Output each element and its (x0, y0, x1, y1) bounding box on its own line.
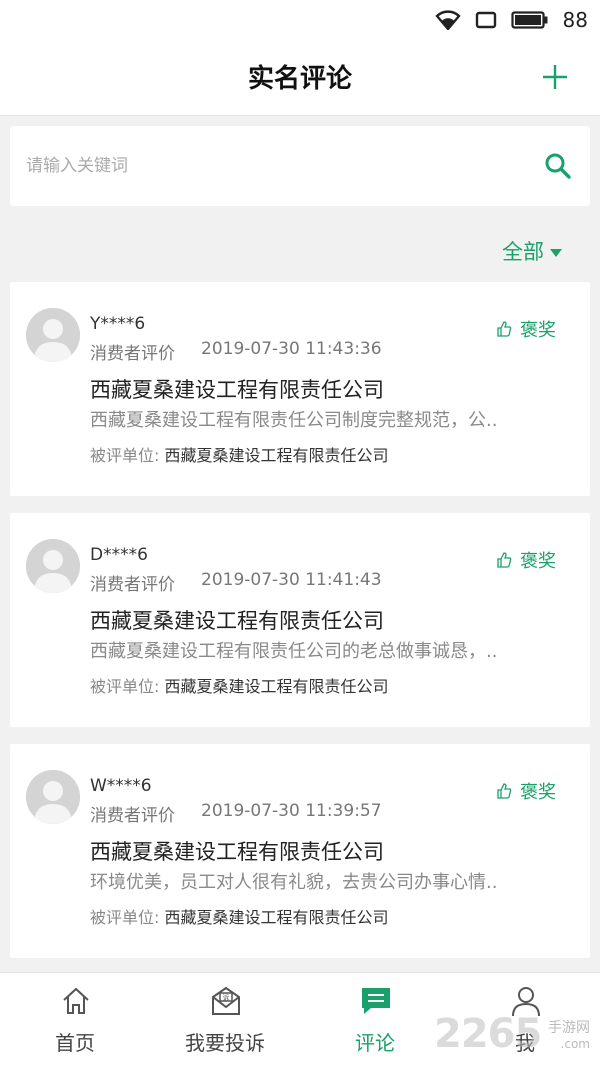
battery-level: 88 (562, 8, 588, 32)
review-company: 西藏夏桑建设工程有限责任公司 (90, 378, 384, 402)
page-title: 实名评论 (247, 64, 352, 94)
filter-dropdown[interactable]: 全部 (502, 236, 562, 266)
reviewer-name: D****6 (90, 545, 148, 565)
tab-complaint[interactable]: 诉 我要投诉 (150, 973, 300, 1067)
tab-complaint-label: 我要投诉 (185, 1031, 265, 1055)
comment-icon (362, 988, 390, 1014)
praise-label: 褒奖 (520, 551, 556, 572)
caret-down-icon (550, 249, 562, 257)
reviewer-name: Y****6 (90, 314, 146, 334)
review-card[interactable]: D****6 消费者评价 2019-07-30 11:41:43 褒奖 西藏夏桑… (10, 513, 590, 727)
default-avatar-icon (26, 770, 80, 824)
tab-home-label: 首页 (55, 1031, 95, 1055)
reviewed-unit-label: 被评单位: (90, 908, 160, 927)
praise-badge[interactable]: 褒奖 (496, 547, 556, 573)
review-time: 2019-07-30 11:41:43 (201, 570, 382, 590)
avatar (26, 770, 80, 824)
review-content: 环境优美，员工对人很有礼貌，去贵公司办事心情.. (90, 872, 498, 893)
review-time: 2019-07-30 11:43:36 (201, 339, 382, 359)
review-meta: 消费者评价 2019-07-30 11:43:36 (90, 339, 382, 364)
review-content: 西藏夏桑建设工程有限责任公司的老总做事诚恳，.. (90, 641, 498, 662)
search-input[interactable] (26, 146, 506, 186)
reviewed-unit: 被评单位: 西藏夏桑建设工程有限责任公司 (90, 673, 389, 697)
battery-icon (510, 11, 548, 29)
reviewed-unit: 被评单位: 西藏夏桑建设工程有限责任公司 (90, 442, 389, 466)
review-company: 西藏夏桑建设工程有限责任公司 (90, 609, 384, 633)
status-bar: 88 (0, 0, 600, 40)
default-avatar-icon (26, 539, 80, 593)
complaint-icon: 诉 (212, 986, 240, 1015)
review-meta: 消费者评价 2019-07-30 11:41:43 (90, 570, 382, 595)
wifi-icon (434, 10, 461, 30)
app-header: 实名评论 (0, 40, 600, 116)
thumbs-up-icon (497, 552, 512, 568)
review-role: 消费者评价 (90, 344, 175, 364)
tab-me[interactable]: 我 (450, 973, 600, 1067)
add-icon[interactable] (540, 62, 570, 92)
search-bar (10, 126, 590, 206)
tab-comment[interactable]: 评论 (300, 973, 450, 1067)
review-time: 2019-07-30 11:39:57 (201, 801, 382, 821)
filter-label: 全部 (502, 240, 544, 264)
reviewed-unit: 被评单位: 西藏夏桑建设工程有限责任公司 (90, 904, 389, 928)
thumbs-up-icon (497, 321, 512, 337)
svg-text:诉: 诉 (223, 993, 230, 1002)
praise-badge[interactable]: 褒奖 (496, 778, 556, 804)
bottom-tab-bar: 首页 诉 我要投诉 评论 我 (0, 972, 600, 1067)
reviewed-unit-value: 西藏夏桑建设工程有限责任公司 (164, 677, 389, 696)
review-card[interactable]: W****6 消费者评价 2019-07-30 11:39:57 褒奖 西藏夏桑… (10, 744, 590, 958)
default-avatar-icon (26, 308, 80, 362)
reviewed-unit-label: 被评单位: (90, 677, 160, 696)
thumbs-up-icon (497, 783, 512, 799)
tab-me-label: 我 (515, 1031, 535, 1055)
avatar (26, 539, 80, 593)
review-role: 消费者评价 (90, 806, 175, 826)
praise-label: 褒奖 (520, 782, 556, 803)
review-card[interactable]: Y****6 消费者评价 2019-07-30 11:43:36 褒奖 西藏夏桑… (10, 282, 590, 496)
review-role: 消费者评价 (90, 575, 175, 595)
review-content: 西藏夏桑建设工程有限责任公司制度完整规范，公.. (90, 410, 498, 431)
user-icon (512, 987, 540, 1017)
avatar (26, 308, 80, 362)
reviewed-unit-label: 被评单位: (90, 446, 160, 465)
search-icon[interactable] (544, 152, 572, 180)
reviewed-unit-value: 西藏夏桑建设工程有限责任公司 (164, 446, 389, 465)
tab-home[interactable]: 首页 (0, 973, 150, 1067)
praise-badge[interactable]: 褒奖 (496, 316, 556, 342)
screen-rotate-icon (475, 11, 496, 29)
praise-label: 褒奖 (520, 320, 556, 341)
review-company: 西藏夏桑建设工程有限责任公司 (90, 840, 384, 864)
tab-comment-label: 评论 (355, 1031, 395, 1055)
review-meta: 消费者评价 2019-07-30 11:39:57 (90, 801, 382, 826)
reviewed-unit-value: 西藏夏桑建设工程有限责任公司 (164, 908, 389, 927)
home-icon (63, 987, 89, 1014)
reviewer-name: W****6 (90, 776, 152, 796)
